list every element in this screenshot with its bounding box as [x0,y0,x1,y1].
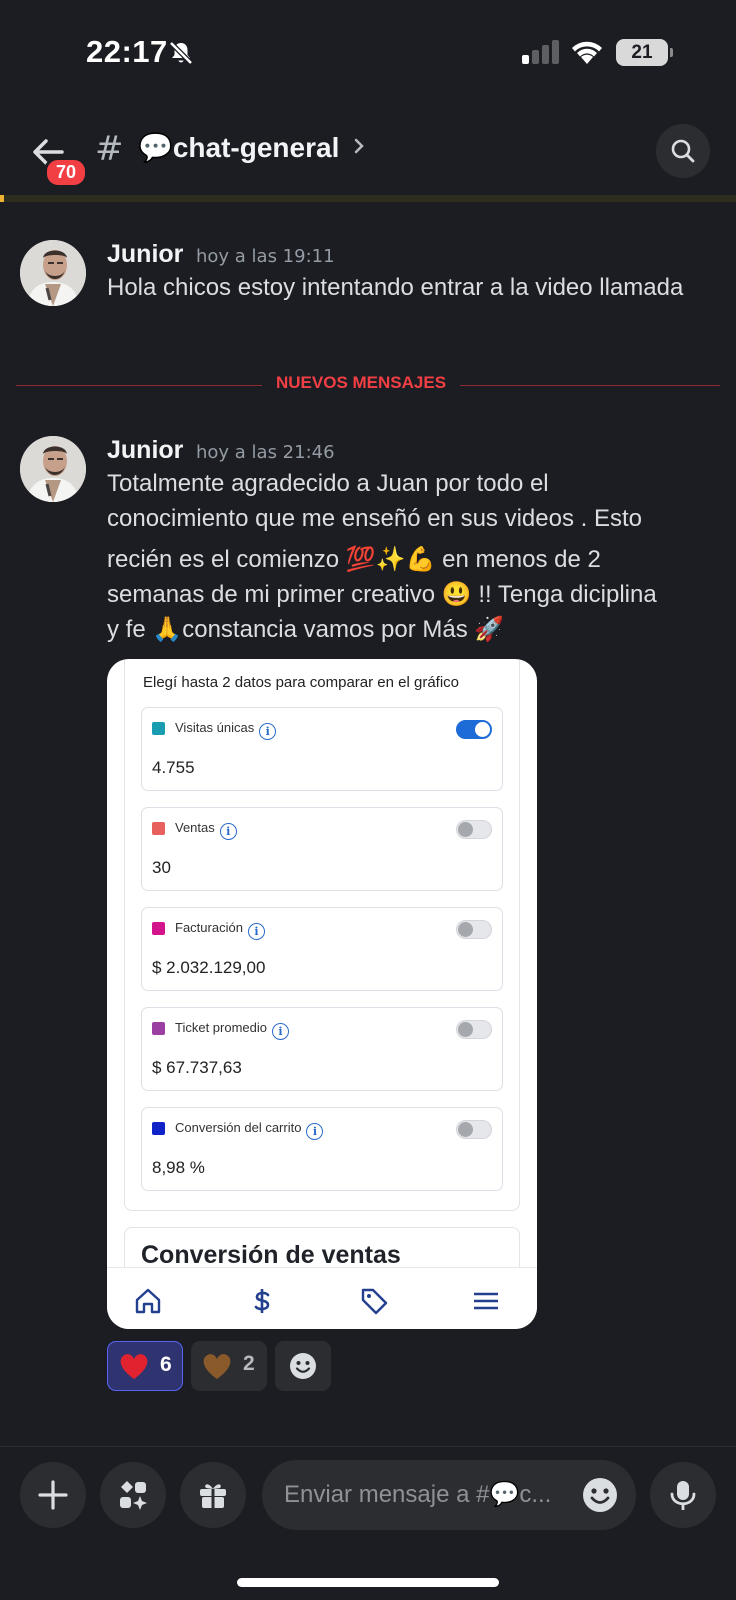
attachment-title: Elegí hasta 2 datos para comparar en el … [143,674,460,691]
red-heart-icon [120,1354,148,1379]
message-timestamp: hoy a las 19:11 [196,246,335,267]
search-icon [671,139,695,163]
dollar-icon [254,1289,270,1313]
apps-icon [120,1481,147,1510]
message-input-placeholder: Enviar mensaje a #💬c... [284,1481,552,1508]
info-icon: i [272,1023,289,1040]
metric-card: Conversión del carrito i 8,98 % [141,1107,503,1191]
avatar[interactable] [20,240,86,306]
header-progress-line [0,195,736,202]
gift-button[interactable] [180,1462,246,1528]
menu-icon [474,1292,498,1310]
signal-icon [522,40,559,64]
message-line: recién es el comienzo 💯✨💪 en menos de 2 [107,546,601,573]
new-messages-label: NUEVOS MENSAJES [262,373,461,393]
info-icon: i [219,823,237,840]
metric-card: Ventas i 30 [141,807,503,891]
message-text: Totalmente agradecido a Juan por todo el… [107,466,712,647]
metric-value: 8,98 % [152,1158,205,1177]
bell-muted-icon [169,41,193,65]
metric-toggle[interactable] [456,920,492,939]
metric-name: Visitas únicas [175,720,255,735]
status-bar: 22:17 21 [0,0,736,100]
emoji-icon [290,1353,316,1379]
metric-toggle[interactable] [456,820,492,839]
image-attachment[interactable]: Elegí hasta 2 datos para comparar en el … [107,659,537,1329]
emoji-picker-icon[interactable] [582,1477,618,1513]
metric-color-swatch [152,922,165,935]
add-reaction-button[interactable] [275,1341,331,1391]
add-attachment-button[interactable] [20,1462,86,1528]
metric-value: $ 2.032.129,00 [152,958,266,977]
message-line: y fe 🙏constancia vamos por Más 🚀 [107,616,505,643]
brown-heart-icon [203,1354,231,1379]
composer-divider [0,1446,736,1447]
info-icon: i [306,1123,324,1140]
channel-hash-icon: # [95,129,124,169]
avatar[interactable] [20,436,86,502]
metric-card: Facturación i $ 2.032.129,00 [141,907,503,991]
voice-message-button[interactable] [650,1462,716,1528]
metric-toggle[interactable] [456,1120,492,1139]
home-indicator [237,1578,499,1587]
channel-header: 70 # 💬chat-general [0,115,736,195]
metric-name: Ventas [175,820,215,835]
info-icon: i [247,923,265,940]
reaction-count: 6 [160,1353,172,1376]
reaction-count: 2 [243,1352,255,1375]
home-icon [135,1288,161,1314]
metric-value: 30 [152,858,171,877]
plus-icon [38,1480,68,1510]
metric-name: Facturación [175,920,243,935]
wifi-icon [572,41,602,64]
message-input[interactable]: Enviar mensaje a #💬c... [262,1460,636,1530]
metric-name: Ticket promedio [175,1020,267,1035]
metric-toggle[interactable] [456,720,492,739]
search-button[interactable] [656,124,710,178]
section-title: Conversión de ventas [141,1241,401,1269]
metric-color-swatch [152,1122,165,1135]
metric-color-swatch [152,722,165,735]
metric-value: $ 67.737,63 [152,1058,242,1077]
message-author[interactable]: Junior [107,436,183,465]
metric-name: Conversión del carrito [175,1120,302,1135]
reaction-brown-heart[interactable]: 2 [191,1341,267,1391]
attachment-bottom-nav [107,1267,537,1329]
metric-card: Visitas únicas i 4.755 [141,707,503,791]
reaction-heart[interactable]: 6 [107,1341,183,1391]
unread-badge: 70 [44,157,89,188]
message-line: conocimiento que me enseñó en sus videos… [107,505,642,532]
metric-color-swatch [152,822,165,835]
gift-icon [200,1484,226,1508]
message-text: Hola chicos estoy intentando entrar a la… [107,274,684,301]
chevron-right-icon[interactable] [352,135,366,157]
battery-indicator: 21 [616,39,673,66]
message-author[interactable]: Junior [107,240,183,269]
metric-card: Ticket promedio i $ 67.737,63 [141,1007,503,1091]
status-time: 22:17 [86,34,168,69]
message-line: Totalmente agradecido a Juan por todo el [107,470,549,497]
metric-color-swatch [152,1022,165,1035]
tag-icon [361,1288,388,1315]
microphone-icon [670,1481,696,1510]
metric-value: 4.755 [152,758,195,777]
message-timestamp: hoy a las 21:46 [196,442,335,463]
apps-button[interactable] [100,1462,166,1528]
channel-name[interactable]: 💬chat-general [138,131,339,164]
info-icon: i [259,723,277,740]
metric-toggle[interactable] [456,1020,492,1039]
message-line: semanas de mi primer creativo 😃 !! Tenga… [107,581,657,608]
